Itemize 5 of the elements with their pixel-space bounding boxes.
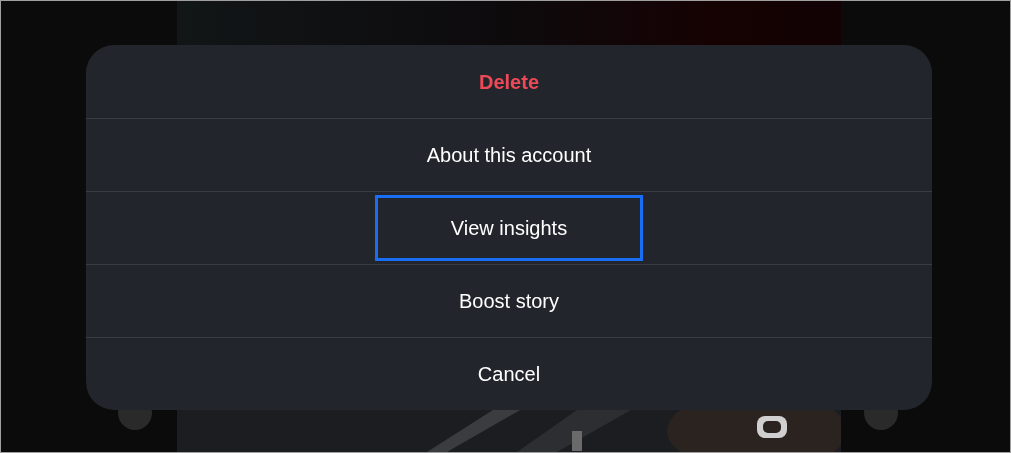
menu-item[interactable]: About this account: [375, 122, 643, 188]
menu-item[interactable]: Delete: [375, 48, 643, 115]
menu-item[interactable]: Cancel: [375, 341, 643, 407]
menu-item[interactable]: View insights: [375, 195, 643, 261]
menu-item[interactable]: Boost story: [375, 268, 643, 334]
